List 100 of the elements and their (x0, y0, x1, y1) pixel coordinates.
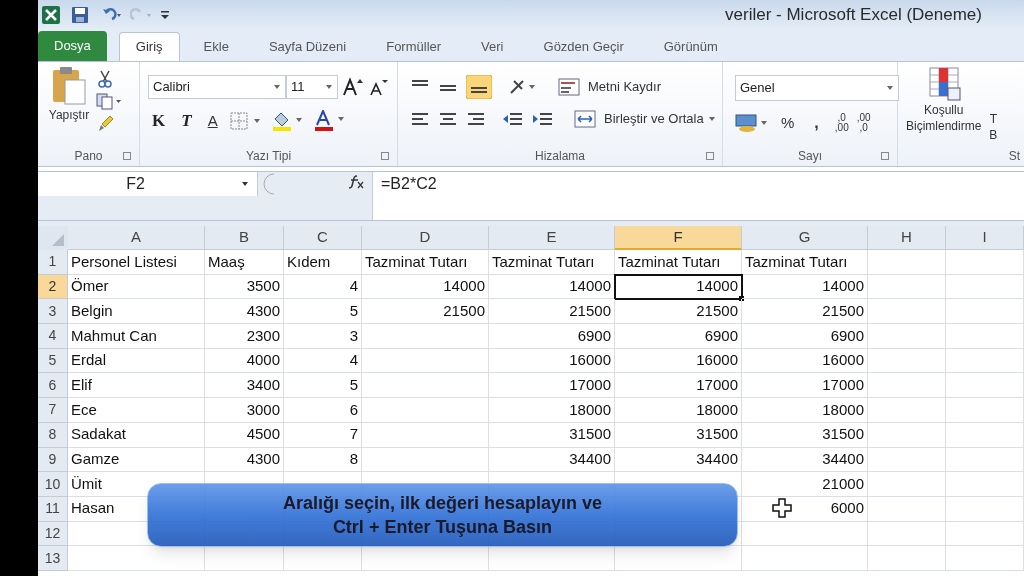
dialog-launcher-icon[interactable] (123, 152, 131, 160)
merge-cells-icon[interactable] (574, 109, 596, 128)
grow-font-icon[interactable] (342, 77, 364, 97)
comma-button[interactable]: , (806, 111, 827, 135)
ribbon-tab[interactable]: Ekle (187, 32, 245, 61)
merge-center-button[interactable]: Birleştir ve Ortala (604, 109, 716, 129)
row-header[interactable]: 7 (38, 398, 68, 423)
row-header[interactable]: 1 (38, 250, 68, 275)
currency-icon[interactable] (735, 113, 769, 133)
dropdown-arrow-icon[interactable] (241, 181, 249, 187)
wrap-text-icon[interactable] (558, 78, 580, 96)
row-header[interactable]: 12 (38, 521, 68, 547)
dropdown-arrow-icon[interactable] (273, 84, 281, 90)
dialog-launcher-icon[interactable] (881, 152, 889, 160)
dropdown-arrow-icon[interactable] (707, 115, 716, 122)
table-cell: 14000 (362, 274, 489, 300)
ribbon-tab[interactable]: Giriş (118, 32, 180, 61)
bold-button[interactable]: K (148, 109, 170, 133)
dialog-launcher-icon[interactable] (381, 152, 389, 160)
column-header[interactable]: E (489, 226, 615, 250)
row-header[interactable]: 5 (38, 348, 68, 374)
increase-decimal-button[interactable]: ,0 ,00 (834, 113, 849, 133)
row-header[interactable]: 6 (38, 373, 68, 399)
table-cell: Kıdem (284, 250, 362, 275)
ribbon-tab[interactable]: Görünüm (647, 32, 734, 61)
table-cell: 18000 (615, 398, 742, 423)
table-cell: 4500 (205, 422, 284, 448)
column-header[interactable]: D (362, 226, 489, 250)
column-header[interactable]: C (284, 226, 362, 250)
row-header[interactable]: 13 (38, 546, 68, 571)
column-header[interactable]: F (615, 226, 742, 250)
row-header[interactable]: 9 (38, 447, 68, 473)
table-cell: 18000 (489, 398, 615, 423)
table-cell: 4000 (205, 348, 284, 374)
shrink-font-icon[interactable] (368, 77, 388, 97)
number-format-dropdown[interactable]: Genel (735, 75, 899, 101)
window-title: veriler - Microsoft Excel (Deneme) (725, 4, 982, 27)
table-cell: 21500 (615, 299, 742, 325)
row-header[interactable]: 11 (38, 496, 68, 522)
wrap-text-label: Metni Kaydır (588, 78, 661, 97)
row-header[interactable]: 2 (38, 274, 68, 300)
copy-icon[interactable] (96, 92, 122, 110)
table-cell: 31500 (742, 422, 868, 448)
table-cell: 3400 (205, 373, 284, 399)
dialog-launcher-icon[interactable] (706, 152, 714, 160)
column-header[interactable]: B (205, 226, 284, 250)
column-header[interactable]: H (868, 226, 946, 250)
group-label: Yazı Tipi (245, 148, 292, 165)
ribbon-tab[interactable]: Gözden Geçir (527, 32, 640, 61)
font-name-dropdown[interactable]: Calibri (148, 75, 286, 99)
column-header[interactable]: I (946, 226, 1024, 250)
table-cell: 14000 (615, 274, 742, 300)
dropdown-arrow-icon[interactable] (325, 84, 333, 90)
row-header[interactable]: 3 (38, 299, 68, 325)
row-header[interactable]: 8 (38, 422, 68, 448)
table-cell: Maaş (205, 250, 284, 275)
table-cell: 21500 (489, 299, 615, 325)
dropdown-arrow-icon[interactable] (886, 85, 894, 91)
table-cell: 4300 (205, 299, 284, 325)
table-cell: Mahmut Can (68, 324, 205, 349)
italic-button[interactable]: T (177, 109, 196, 133)
resize-handle-icon[interactable] (262, 173, 276, 195)
table-cell: 4 (284, 348, 362, 374)
function-icon[interactable] (348, 174, 364, 189)
row-header[interactable]: 10 (38, 472, 68, 497)
formula-input[interactable]: =B2*C2 (372, 172, 1024, 220)
font-size-dropdown[interactable]: 11 (286, 75, 338, 99)
column-header[interactable]: G (742, 226, 868, 250)
ribbon-tab[interactable]: Formüller (370, 32, 458, 61)
column-header[interactable]: A (68, 226, 205, 250)
table-cell: 6900 (742, 324, 868, 349)
group-label: Hizalama (535, 148, 585, 165)
fill-handle[interactable] (739, 296, 744, 302)
ribbon-tab[interactable]: Sayfa Düzeni (252, 32, 363, 61)
table-cell: 4300 (205, 447, 284, 473)
paste-button[interactable]: Yapıştır (42, 66, 96, 146)
table-cell: 3000 (205, 398, 284, 423)
undo-icon[interactable] (100, 7, 122, 23)
table-cell: 17000 (489, 373, 615, 399)
table-cell: 6 (284, 398, 362, 423)
excel-logo-icon[interactable] (42, 6, 60, 24)
underline-button[interactable]: A (203, 109, 222, 133)
save-icon[interactable] (72, 7, 88, 23)
percent-button[interactable]: % (777, 111, 799, 135)
table-cell: 34400 (489, 447, 615, 473)
format-as-table-button[interactable]: T B (989, 66, 998, 146)
ribbon-tab[interactable]: Dosya (38, 31, 107, 61)
name-box[interactable]: F2 (38, 172, 258, 196)
decrease-decimal-button[interactable]: ,00 ,0 (856, 113, 871, 133)
callout-text: Aralığı seçin, ilk değeri hesaplayın ve Ctrl + Enter Tuşuna Basın (282, 492, 603, 539)
table-cell: Personel Listesi (68, 250, 205, 275)
table-cell: 14000 (489, 274, 615, 300)
table-cell: 21500 (742, 299, 868, 325)
ribbon-tab[interactable]: Veri (465, 32, 520, 61)
table-cell: 18000 (742, 398, 868, 423)
conditional-formatting-button[interactable]: Koşullu Biçimlendirme (906, 66, 982, 146)
table-cell: Belgin (68, 299, 205, 325)
row-header[interactable]: 4 (38, 324, 68, 349)
align-bottom-icon[interactable] (466, 75, 492, 99)
cursor-cross-icon[interactable] (772, 498, 792, 518)
